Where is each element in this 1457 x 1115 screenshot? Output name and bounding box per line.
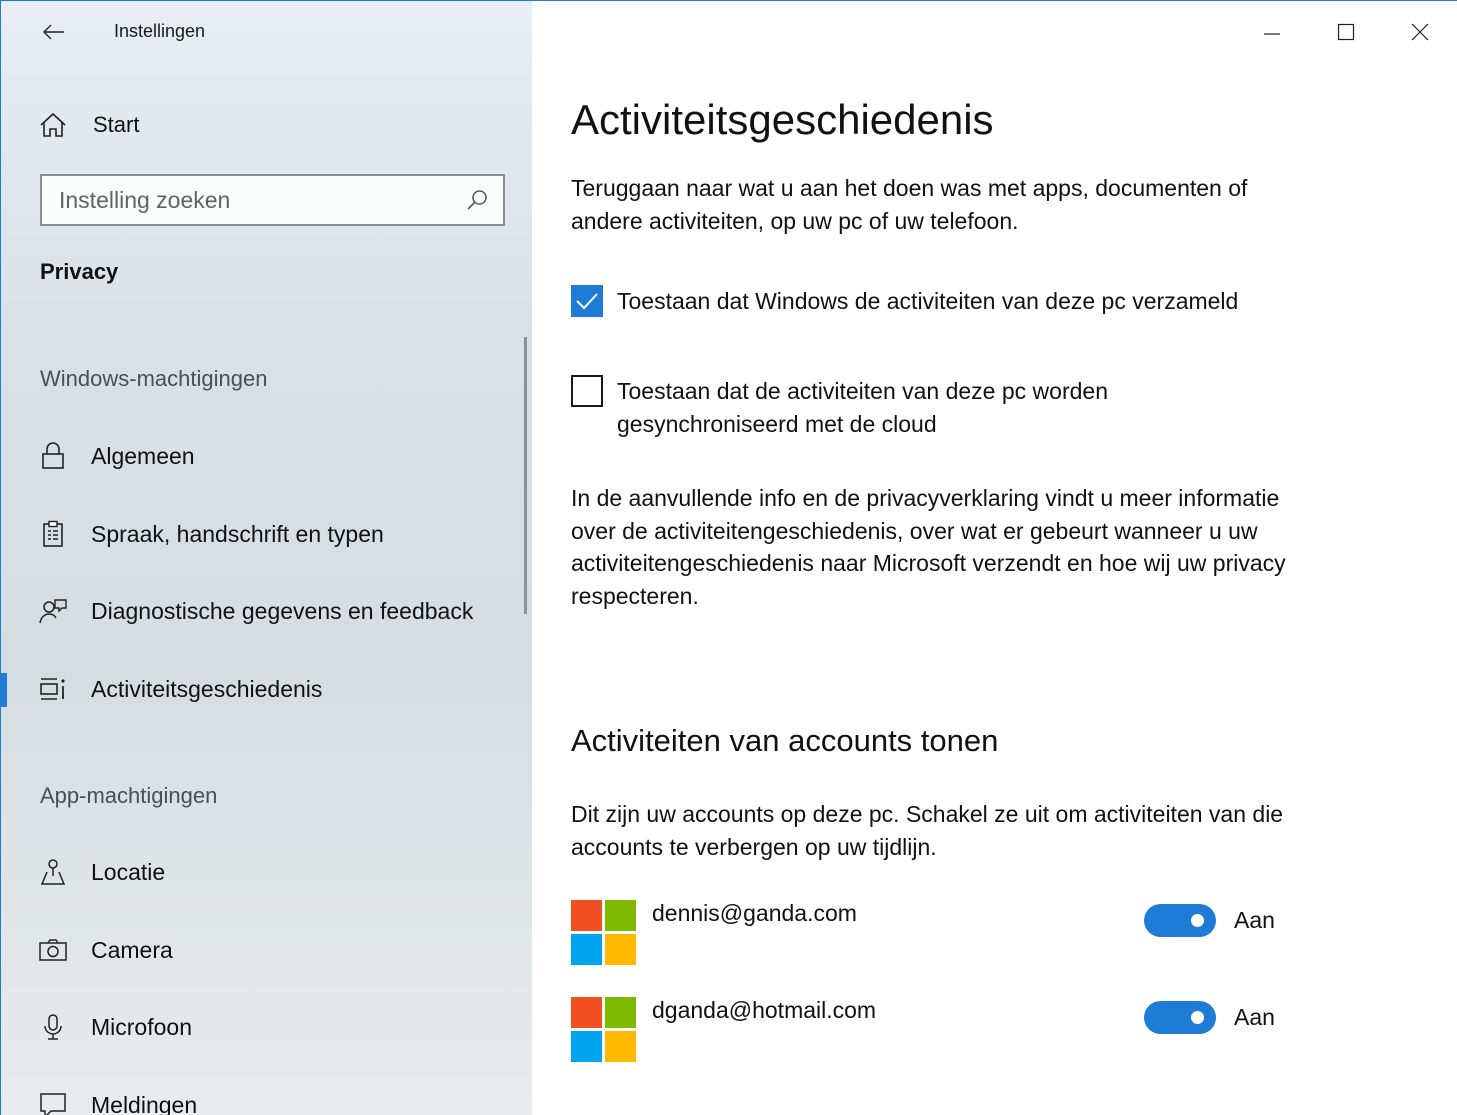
sidebar: Instellingen Start Privacy Windows-macht… <box>1 1 532 1115</box>
notification-icon <box>39 1091 67 1115</box>
maximize-button[interactable] <box>1309 1 1383 63</box>
group-heading-windows: Windows-machtigingen <box>40 366 268 391</box>
nav-home[interactable]: Start <box>39 105 139 145</box>
collect-activity-checkbox[interactable] <box>571 285 603 317</box>
toggle-state-label: Aan <box>1234 1004 1275 1030</box>
sidebar-item-locatie[interactable]: Locatie <box>1 844 526 900</box>
caption-buttons <box>1235 1 1457 63</box>
feedback-icon <box>39 597 67 625</box>
search-box[interactable] <box>40 174 505 226</box>
sidebar-item-microfoon[interactable]: Microfoon <box>1 999 526 1055</box>
location-icon <box>39 858 67 886</box>
sidebar-item-label: Camera <box>91 936 173 963</box>
sidebar-item-label: Meldingen <box>91 1091 198 1115</box>
sync-activity-checkbox[interactable] <box>571 375 603 407</box>
account-toggle[interactable] <box>1144 1001 1216 1034</box>
back-button[interactable] <box>37 15 71 49</box>
lock-icon <box>39 442 67 470</box>
microsoft-logo-icon <box>571 997 636 1062</box>
main-content: Activiteitsgeschiedenis Teruggaan naar w… <box>532 1 1457 1115</box>
microphone-icon <box>39 1013 67 1041</box>
sidebar-item-label: Locatie <box>91 858 166 885</box>
page-title: Activiteitsgeschiedenis <box>571 96 994 143</box>
sync-activity-checkbox-row[interactable]: Toestaan dat de activiteiten van deze pc… <box>571 375 1157 440</box>
toggle-knob <box>1191 1011 1204 1024</box>
privacy-info-text: In de aanvullende info en de privacyverk… <box>571 485 1286 609</box>
account-email: dganda@hotmail.com <box>652 997 877 1023</box>
sidebar-item-spraak[interactable]: Spraak, handschrift en typen <box>1 506 526 562</box>
search-icon[interactable] <box>461 184 493 216</box>
maximize-icon <box>1337 23 1355 41</box>
camera-icon <box>39 936 67 964</box>
account-row: dennis@ganda.com Aan <box>571 900 1281 968</box>
sidebar-item-label: Algemeen <box>91 442 195 469</box>
search-input[interactable] <box>42 185 461 215</box>
minimize-button[interactable] <box>1235 1 1309 63</box>
sidebar-item-camera[interactable]: Camera <box>1 922 526 978</box>
intro-text: Teruggaan naar wat u aan het doen was me… <box>571 175 1248 234</box>
accounts-section-title: Activiteiten van accounts tonen <box>571 723 999 758</box>
group-heading-apps: App-machtigingen <box>40 783 218 808</box>
microsoft-logo-icon <box>571 900 636 965</box>
sidebar-item-label: Microfoon <box>91 1013 192 1040</box>
sidebar-item-label: Diagnostische gegevens en feedback <box>91 597 474 624</box>
account-email: dennis@ganda.com <box>652 900 857 926</box>
accounts-description: Dit zijn uw accounts op deze pc. Schakel… <box>571 801 1284 860</box>
minimize-icon <box>1264 33 1280 35</box>
sidebar-item-label: Activiteitsgeschiedenis <box>91 675 323 702</box>
window-title: Instellingen <box>114 21 206 41</box>
checkmark-icon <box>576 293 598 310</box>
close-icon <box>1411 23 1429 41</box>
sidebar-item-meldingen[interactable]: Meldingen <box>1 1077 526 1115</box>
home-icon <box>40 112 66 137</box>
account-row: dganda@hotmail.com Aan <box>571 997 1281 1065</box>
collect-activity-checkbox-row[interactable]: Toestaan dat Windows de activiteiten van… <box>571 285 1257 318</box>
nav-home-label: Start <box>93 112 140 137</box>
sidebar-item-algemeen[interactable]: Algemeen <box>1 428 526 484</box>
account-toggle[interactable] <box>1144 904 1216 937</box>
sidebar-item-diagnostisch[interactable]: Diagnostische gegevens en feedback <box>1 583 526 639</box>
toggle-knob <box>1191 914 1204 927</box>
clipboard-icon <box>39 520 67 548</box>
arrow-left-icon <box>43 24 64 40</box>
close-button[interactable] <box>1383 1 1457 63</box>
sync-activity-label: Toestaan dat de activiteiten van deze pc… <box>617 378 1108 437</box>
section-title: Privacy <box>40 259 119 284</box>
timeline-icon <box>39 675 67 703</box>
sidebar-item-label: Spraak, handschrift en typen <box>91 520 384 547</box>
sidebar-scrollbar[interactable] <box>524 337 527 614</box>
collect-activity-label: Toestaan dat Windows de activiteiten van… <box>617 288 1239 314</box>
toggle-state-label: Aan <box>1234 907 1275 933</box>
settings-window: Instellingen Start Privacy Windows-macht… <box>0 0 1457 1115</box>
sidebar-item-activiteitsgeschiedenis[interactable]: Activiteitsgeschiedenis <box>1 661 526 717</box>
